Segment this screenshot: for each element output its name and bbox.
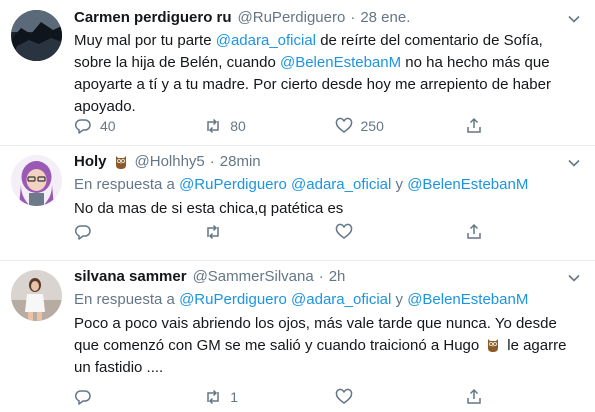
share-button[interactable]	[465, 388, 595, 406]
like-button[interactable]: 250	[335, 117, 465, 135]
tweet-carmen[interactable]: Carmen perdiguero ru @RuPerdiguero · 28 …	[0, 0, 595, 146]
tweet-actions: 1	[74, 387, 595, 407]
retweet-count: 80	[230, 118, 246, 134]
heart-icon	[335, 388, 352, 404]
reply-button[interactable]	[74, 388, 204, 406]
chevron-down-icon[interactable]	[567, 156, 581, 170]
timestamp[interactable]: 2h	[329, 267, 346, 287]
reply-button[interactable]: 40	[74, 117, 204, 135]
retweet-button[interactable]: 1	[204, 388, 334, 406]
avatar[interactable]	[11, 270, 62, 321]
retweet-icon	[207, 224, 219, 240]
display-name[interactable]: Carmen perdiguero ru	[74, 8, 232, 28]
reply-icon	[74, 225, 91, 240]
tweet-text: Poco a poco vais abriendo los ojos, más …	[74, 315, 567, 376]
share-icon	[467, 388, 481, 404]
tweet-actions: 40 80 250	[74, 116, 595, 136]
username[interactable]: @Holhhy5	[135, 152, 205, 172]
separator: ·	[318, 268, 324, 285]
username[interactable]: @RuPerdiguero	[238, 8, 346, 28]
share-button[interactable]	[465, 223, 595, 241]
heart-icon	[335, 117, 352, 133]
tweet-header: Carmen perdiguero ru @RuPerdiguero · 28 …	[74, 8, 581, 28]
like-button[interactable]	[335, 223, 465, 241]
avatar[interactable]	[11, 10, 62, 61]
mention-link[interactable]: @RuPerdiguero	[179, 176, 287, 193]
reply-button[interactable]	[74, 223, 204, 241]
retweet-icon	[207, 118, 219, 134]
owl-emoji-icon	[115, 156, 126, 169]
tweet-text: Muy mal por tu parte @adara_oficial de r…	[74, 32, 551, 115]
share-icon	[467, 117, 481, 133]
display-name[interactable]: silvana sammer	[74, 267, 187, 287]
reply-icon	[74, 390, 91, 405]
retweet-count: 1	[230, 389, 239, 405]
retweet-button[interactable]: 80	[204, 117, 334, 135]
avatar[interactable]	[11, 155, 62, 206]
separator: ·	[350, 9, 356, 26]
mention-link[interactable]: @BelenEstebanM	[407, 291, 528, 308]
mention-link[interactable]: @BelenEstebanM	[407, 176, 528, 193]
separator: ·	[209, 153, 215, 170]
tweet-header: Holy @Holhhy5 · 28min	[74, 152, 581, 172]
share-icon	[467, 223, 481, 239]
owl-emoji-icon	[488, 339, 499, 352]
mention-link[interactable]: @RuPerdiguero	[179, 291, 287, 308]
tweet-silvana[interactable]: silvana sammer @SammerSilvana · 2h En re…	[0, 261, 595, 412]
reply-icon	[74, 119, 91, 134]
retweet-icon	[207, 389, 219, 405]
username[interactable]: @SammerSilvana	[193, 267, 314, 287]
tweet-header: silvana sammer @SammerSilvana · 2h	[74, 267, 581, 287]
like-button[interactable]	[335, 388, 465, 406]
timestamp[interactable]: 28min	[220, 152, 261, 172]
heart-icon	[335, 223, 352, 239]
tweet-holy[interactable]: Holy @Holhhy5 · 28min En respuesta a @Ru…	[0, 146, 595, 261]
tweet-text: No da mas de si esta chica,q patética es	[74, 200, 344, 217]
reply-context: En respuesta a @RuPerdiguero @adara_ofic…	[74, 176, 529, 193]
like-count: 250	[360, 118, 384, 134]
mention-link[interactable]: @adara_oficial	[216, 32, 316, 49]
timestamp[interactable]: 28 ene.	[360, 8, 410, 28]
retweet-button[interactable]	[204, 223, 334, 241]
tweet-actions	[74, 222, 595, 242]
reply-count: 40	[100, 118, 116, 134]
share-button[interactable]	[465, 117, 595, 135]
mention-link[interactable]: @adara_oficial	[291, 291, 391, 308]
chevron-down-icon[interactable]	[567, 271, 581, 285]
chevron-down-icon[interactable]	[567, 12, 581, 26]
mention-link[interactable]: @adara_oficial	[291, 176, 391, 193]
display-name[interactable]: Holy	[74, 152, 107, 172]
mention-link[interactable]: @BelenEstebanM	[280, 54, 401, 71]
reply-context: En respuesta a @RuPerdiguero @adara_ofic…	[74, 291, 529, 308]
